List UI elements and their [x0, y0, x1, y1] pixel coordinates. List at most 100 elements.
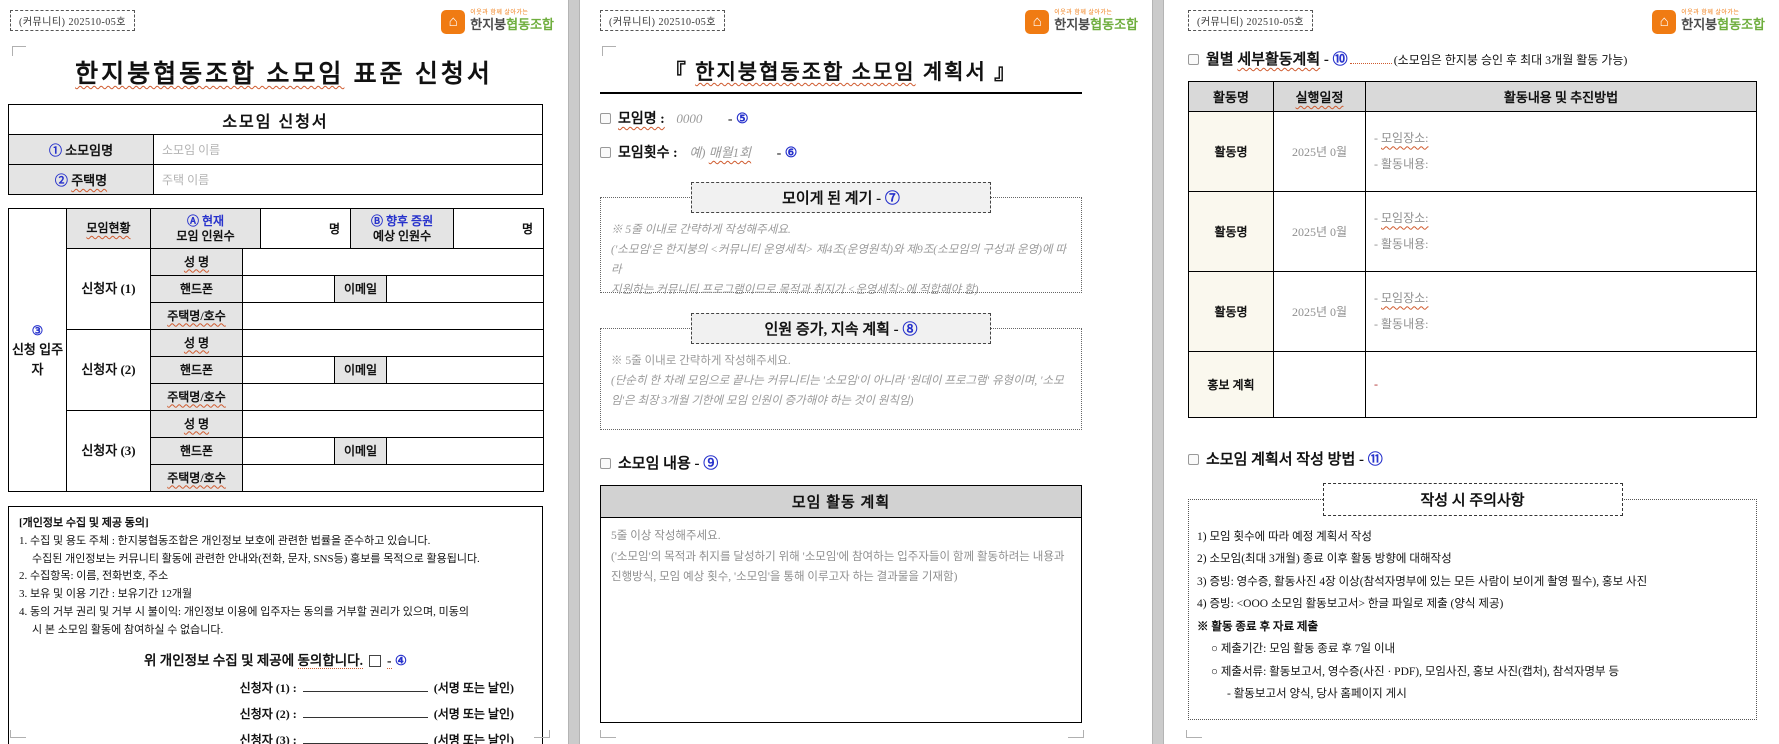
coop-logo: ⌂ 이웃과 함께 살아가는 한지붕협동조합 — [441, 10, 554, 34]
page3-header: (커뮤니티) 202510-05호 ⌂ 이웃과 함께 살아가는 한지붕협동조합 — [1164, 0, 1779, 44]
logo-brand: 한지붕협동조합 — [1054, 16, 1138, 32]
field-num: ⑥ — [784, 146, 798, 161]
activity-content-cell[interactable]: - 모임장소: - 활동내용: — [1365, 191, 1757, 272]
writing-method-label: 소모임 계획서 작성 방법 - ⑪ — [1188, 448, 1757, 469]
signature-line[interactable] — [302, 706, 428, 718]
privacy-heading: [개인정보 수집 및 제공 동의] — [19, 517, 149, 529]
doc-number-box: (커뮤니티) 202510-05호 — [1188, 10, 1313, 31]
checkbox[interactable] — [1188, 454, 1199, 465]
applicant-1-name-field[interactable] — [241, 248, 545, 276]
meeting-count-value[interactable]: 예) 매월1회 — [689, 145, 751, 160]
promo-name-cell[interactable]: 홍보 계획 — [1188, 351, 1274, 418]
meeting-count-line: 모임횟수 : 예) 매월1회 - ⑥ — [600, 142, 1082, 162]
checkbox[interactable] — [600, 113, 611, 124]
group-name-field[interactable]: 소모임 이름 — [153, 134, 543, 165]
text-area-corner-mark — [534, 730, 550, 738]
status-label: 모임현황 — [66, 208, 151, 249]
signature-line[interactable] — [302, 732, 428, 744]
applicant-3-phone-field[interactable] — [241, 437, 336, 465]
promo-date-cell[interactable] — [1273, 351, 1366, 418]
hint-line: 진행방식, 모임 예상 횟수, '소모임'을 통해 이루고자 하는 결과물을 기… — [611, 571, 958, 584]
applicant-1-email-field[interactable] — [386, 275, 545, 303]
applicant-3-name-field[interactable] — [241, 410, 545, 438]
hint-line: ('소모임'의 목적과 취지를 달성하기 위해 '소모임'에 참여하는 입주자들… — [611, 550, 1065, 563]
activity-date-cell[interactable]: 2025년 0월 — [1273, 111, 1366, 192]
document-view: (커뮤니티) 202510-05호 ⌂ 이웃과 함께 살아가는 한지붕협동조합 … — [0, 0, 1779, 744]
notice-line: 4) 증빙: <OOO 소모임 활동보고서> 한글 파일로 제출 (양식 제공) — [1197, 598, 1504, 611]
coop-logo: ⌂ 이웃과 함께 살아가는 한지붕협동조합 — [1652, 10, 1765, 34]
applicant-2-phone-field[interactable] — [241, 356, 336, 384]
privacy-line: 2. 수집항목: 이름, 전화번호, 주소 — [19, 570, 169, 583]
privacy-line: 시 본 소모임 활동에 참여하실 수 없습니다. — [32, 623, 224, 636]
checkbox[interactable] — [600, 458, 611, 469]
applicant-2-name-field[interactable] — [241, 329, 545, 357]
house-unit-label: 주택명/호수 — [150, 302, 243, 330]
applicant-2-house-field[interactable] — [241, 383, 545, 411]
activity-date-cell[interactable]: 2025년 0월 — [1273, 271, 1366, 352]
privacy-line: 1. 수집 및 용도 주체 : 한지붕협동조합은 개인정보 보호에 관련한 법률… — [19, 534, 431, 547]
section-growth-header: 인원 증가, 지속 계획 - ⑧ — [691, 313, 991, 344]
applicant-1-phone-field[interactable] — [241, 275, 336, 303]
notice-line: 1) 모임 횟수에 따라 예정 계획서 작성 — [1197, 531, 1372, 543]
applicant-3-email-field[interactable] — [386, 437, 545, 465]
page1-header: (커뮤니티) 202510-05호 ⌂ 이웃과 함께 살아가는 한지붕협동조합 — [0, 0, 568, 44]
applicant-1-house-field[interactable] — [241, 302, 545, 330]
name-label: 성 명 — [150, 248, 243, 276]
notice-line: - 활동보고서 양식, 당사 홈페이지 게시 — [1227, 687, 1407, 700]
house-unit-label: 주택명/호수 — [150, 464, 243, 492]
activity-content-cell[interactable]: - 모임장소: - 활동내용: — [1365, 111, 1757, 192]
page-gap — [568, 0, 580, 744]
activity-row: 활동명 2025년 0월 - 모임장소: - 활동내용: — [1188, 191, 1757, 272]
page-1-application-form: (커뮤니티) 202510-05호 ⌂ 이웃과 함께 살아가는 한지붕협동조합 … — [0, 0, 568, 744]
plan-table-header: 모임 활동 계획 — [600, 485, 1082, 518]
hint-line: 지원하는 커뮤니티 프로그램이므로 목적과 취지가 <운영세칙>에 적합해야 함… — [611, 284, 979, 297]
activity-date-cell[interactable]: 2025년 0월 — [1273, 191, 1366, 272]
col-content: 활동내용 및 추진방법 — [1365, 81, 1757, 112]
checkbox[interactable] — [1188, 54, 1199, 65]
application-basic-table: 소모임 신청서 ① 소모임명 소모임 이름 ② 주택명 주택 이름 — [8, 104, 543, 195]
notice-line: ○ 제출서류: 활동보고서, 영수증(사진 · PDF), 모임사진, 홍보 사… — [1211, 665, 1620, 678]
activity-row: 활동명 2025년 0월 - 모임장소: - 활동내용: — [1188, 271, 1757, 352]
applicant-1-label: 신청자 (1) — [66, 248, 151, 330]
activity-content-cell[interactable]: - 모임장소: - 활동내용: — [1365, 271, 1757, 352]
group-name-label: ① 소모임명 — [8, 134, 154, 165]
activity-name-cell[interactable]: 활동명 — [1188, 111, 1274, 192]
logo-brand: 한지붕협동조합 — [470, 16, 554, 32]
email-label: 이메일 — [334, 275, 388, 303]
house-unit-label: 주택명/호수 — [150, 383, 243, 411]
future-count-label: Ⓑ 향후 증원 예상 인원수 — [350, 208, 455, 249]
col-schedule: 실행일정 — [1273, 81, 1366, 112]
applicant-side-label: ③ 신청 입주자 — [8, 208, 67, 492]
field-num: ⑤ — [735, 112, 749, 127]
group-name-line: 모임명 : 0000 - ⑤ — [600, 108, 1082, 128]
consent-num: ④ — [394, 652, 407, 668]
privacy-line: 3. 보유 및 이용 기간 : 보유기간 12개월 — [19, 588, 193, 601]
activity-name-cell[interactable]: 활동명 — [1188, 271, 1274, 352]
checkbox[interactable] — [600, 147, 611, 158]
email-label: 이메일 — [334, 437, 388, 465]
consent-checkbox[interactable] — [369, 654, 381, 667]
text-area-corner-mark — [12, 46, 26, 56]
group-name-value[interactable]: 0000 — [676, 111, 702, 126]
plan-table-body[interactable]: 5줄 이상 작성해주세요. ('소모임'의 목적과 취지를 달성하기 위해 '소… — [600, 517, 1082, 723]
hint-line: (단순히 한 차례 모임으로 끝나는 커뮤니티는 '소모임'이 아니라 '원데이… — [611, 375, 1064, 388]
text-area-corner-mark — [602, 46, 616, 56]
future-count-field[interactable]: 명 — [453, 208, 545, 249]
current-count-label: Ⓐ 현재 모임 인원수 — [149, 208, 262, 249]
applicant-2-email-field[interactable] — [386, 356, 545, 384]
phone-label: 핸드폰 — [150, 356, 243, 384]
activity-row: 활동명 2025년 0월 - 모임장소: - 활동내용: — [1188, 111, 1757, 192]
promo-content-cell[interactable]: - — [1365, 351, 1757, 418]
notice-line: ※ 활동 종료 후 자료 제출 — [1197, 620, 1319, 633]
hint-line: 임'은 최장 3개월 기한에 모임 인원이 증가해야 하는 것이 원칙임) — [611, 395, 914, 408]
applicant-3-house-field[interactable] — [241, 464, 545, 492]
current-count-field[interactable]: 명 — [260, 208, 352, 249]
signature-line[interactable] — [302, 680, 428, 692]
text-area-corner-mark — [10, 730, 26, 738]
doc-number-box: (커뮤니티) 202510-05호 — [10, 10, 135, 31]
activity-name-cell[interactable]: 활동명 — [1188, 191, 1274, 272]
name-label: 성 명 — [150, 329, 243, 357]
house-name-field[interactable]: 주택 이름 — [153, 164, 543, 195]
privacy-line: 4. 동의 거부 권리 및 거부 시 불이익: 개인정보 이용에 입주자는 동의… — [19, 606, 469, 619]
email-label: 이메일 — [334, 356, 388, 384]
